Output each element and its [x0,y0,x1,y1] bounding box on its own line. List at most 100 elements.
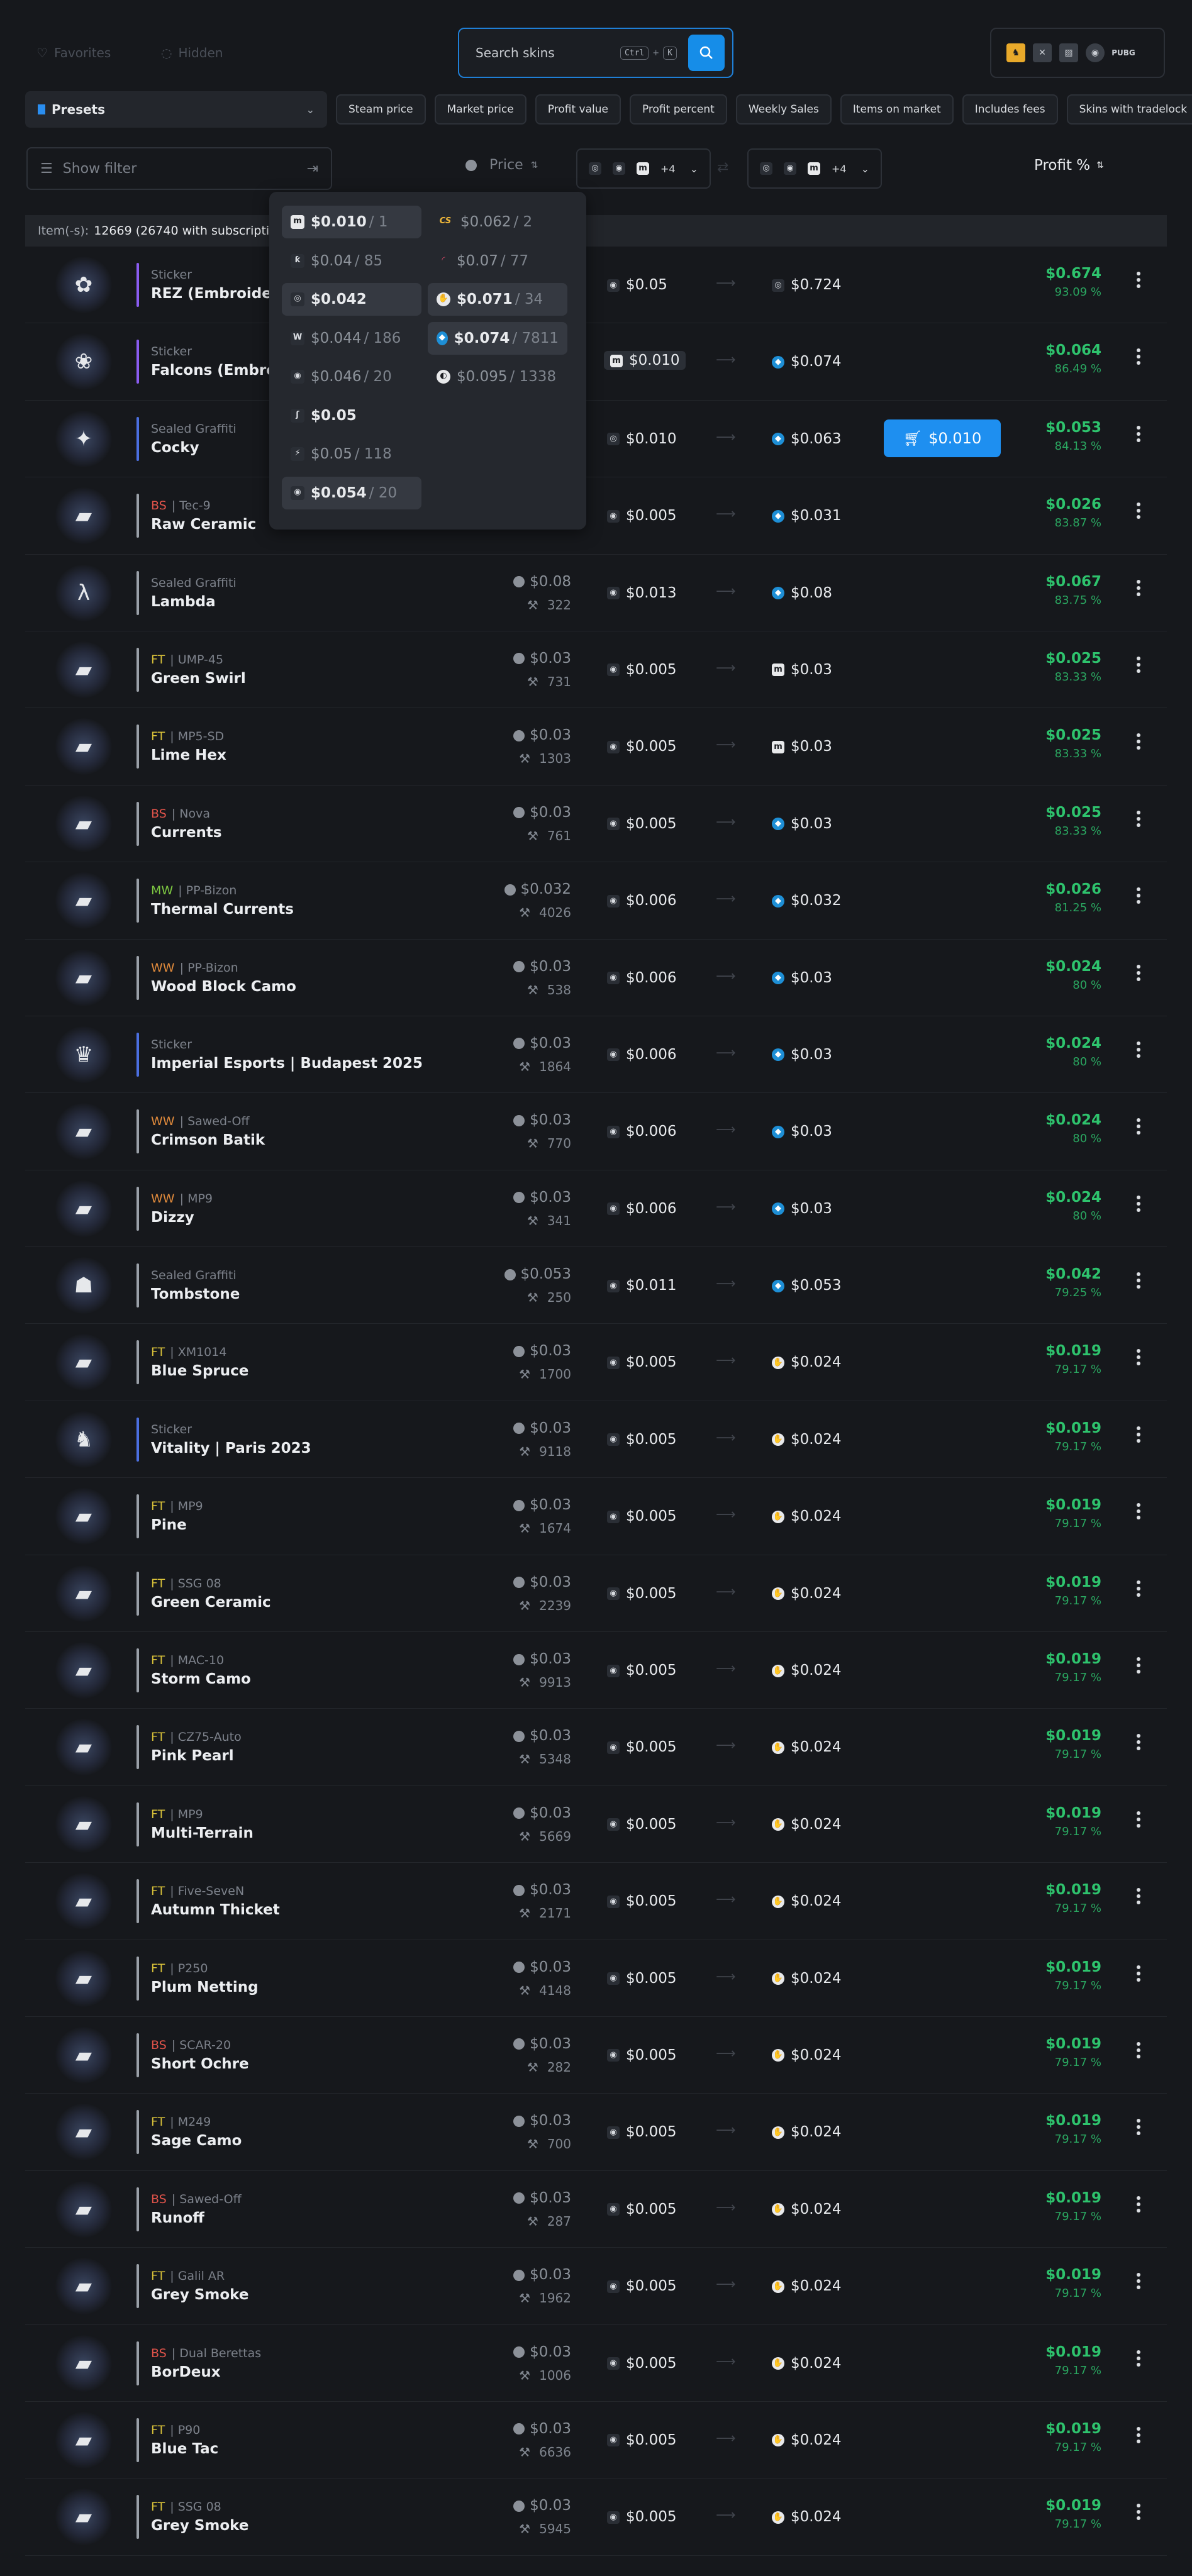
more-options-icon[interactable] [1135,1888,1142,1905]
table-row[interactable]: ▰ FT | SSG 08 Grey Smoke $0.03 ⚒ 5945 ◉ $0.005 ⟶… [25,2479,1167,2556]
buy-price[interactable]: ◆ $0.053 [772,1277,841,1294]
item-name[interactable]: Dizzy [151,1209,194,1226]
presets-dropdown[interactable]: Presets ⌄ [25,91,327,128]
buy-price[interactable]: ◆ $0.074 [772,353,841,370]
table-row[interactable]: ▰ FT | P90 Blue Tac $0.03 ⚒ 6636 ◉ $0.005 ⟶ ✋ $0.0… [25,2402,1167,2479]
price-sort-header[interactable]: Price ⇅ [465,157,538,173]
sell-price[interactable]: ◉ $0.005 [607,1893,676,1909]
buy-price[interactable]: ◆ $0.03 [772,816,832,832]
item-name[interactable]: Green Ceramic [151,1594,271,1611]
more-options-icon[interactable] [1135,1657,1142,1674]
dropdown-offer-left-7[interactable]: ◉ $0.054 / 20 [282,476,421,509]
buy-price[interactable]: m $0.03 [772,738,832,755]
table-row[interactable]: ▰ FT | MP9 Multi-Terrain $0.03 ⚒ 5669 ◉ $0.005 ⟶… [25,1786,1167,1863]
dropdown-offer-left-6[interactable]: ⚡ $0.05 / 118 [282,438,421,470]
more-options-icon[interactable] [1135,1965,1142,1982]
more-options-icon[interactable] [1135,1041,1142,1058]
sell-price[interactable]: ◉ $0.005 [607,738,676,755]
item-name[interactable]: Blue Tac [151,2441,218,2457]
chip-includes-fees[interactable]: Includes fees [962,94,1058,125]
table-row[interactable]: ❀StickerFalcons (Embroidered) | Copenhag… [25,323,1167,401]
item-name[interactable]: Vitality | Paris 2023 [151,1440,311,1457]
more-options-icon[interactable] [1135,2119,1142,2136]
buy-price[interactable]: m $0.03 [772,662,832,678]
show-filter-button[interactable]: ☰ Show filter ⇥ [26,147,332,190]
buy-price[interactable]: ◆ $0.03 [772,1123,832,1140]
sell-price[interactable]: ◉ $0.005 [607,2047,676,2063]
chip-market-price[interactable]: Market price [434,94,526,125]
more-options-icon[interactable] [1135,425,1142,442]
item-name[interactable]: Imperial Esports | Budapest 2025 [151,1055,423,1072]
buy-price[interactable]: ✋ $0.024 [772,2047,841,2063]
table-row[interactable]: λ Sealed Graffiti Lambda $0.08 ⚒ 322 ◉ $0.013 ⟶ ◆… [25,555,1167,631]
item-name[interactable]: BorDeux [151,2364,221,2380]
item-name[interactable]: Sage Camo [151,2133,242,2149]
buy-price[interactable]: ◆ $0.032 [772,892,841,909]
item-name[interactable]: Storm Camo [151,1671,251,1687]
more-options-icon[interactable] [1135,502,1142,519]
more-options-icon[interactable] [1135,2350,1142,2367]
sell-price[interactable]: ◉ $0.005 [607,1585,676,1602]
buy-price[interactable]: ✋ $0.024 [772,1970,841,1987]
sell-price[interactable]: ◉ $0.005 [607,816,676,832]
more-options-icon[interactable] [1135,348,1142,365]
item-name[interactable]: Cocky [151,440,199,456]
sell-price[interactable]: ◉ $0.005 [607,2278,676,2294]
sell-price[interactable]: ◉ $0.005 [607,1739,676,1755]
more-options-icon[interactable] [1135,1811,1142,1828]
item-name[interactable]: Currents [151,824,222,841]
item-name[interactable]: Grey Smoke [151,2287,248,2303]
dropdown-offer-left-0[interactable]: m $0.010 / 1 [282,206,421,238]
item-name[interactable]: Blue Spruce [151,1363,248,1379]
buy-price[interactable]: ✋ $0.024 [772,1508,841,1524]
buy-price[interactable]: ◆ $0.031 [772,508,841,524]
table-row[interactable]: ☗ Sealed Graffiti Tombstone $0.053 ⚒ 250 ◉ $0.0… [25,1247,1167,1324]
item-name[interactable]: Grey Smoke [151,2518,248,2534]
tf2-game-icon[interactable]: ◉ [1086,43,1105,62]
item-name[interactable]: Pine [151,1517,187,1533]
dropdown-offer-left-1[interactable]: ƙ $0.04 / 85 [282,245,421,277]
chip-steam-price[interactable]: Steam price [336,94,426,125]
table-row[interactable]: ✦ Sealed Graffiti Cocky ◎ $0.010 ⟶ ◆ $0.063 🛒︎ $0… [25,401,1167,478]
item-name[interactable]: Autumn Thicket [151,1902,280,1918]
more-options-icon[interactable] [1135,579,1142,596]
more-options-icon[interactable] [1135,2273,1142,2290]
item-name[interactable]: Multi-Terrain [151,1825,253,1841]
sell-price[interactable]: ◉ $0.013 [607,585,676,601]
sell-price[interactable]: ◉ $0.005 [607,662,676,678]
dropdown-offer-left-5[interactable]: ʃ $0.05 [282,399,421,432]
more-options-icon[interactable] [1135,2196,1142,2212]
table-row[interactable]: ▰ FT | Five-SeveN Autumn Thicket $0.03 ⚒ 2171… [25,1863,1167,1940]
sell-price[interactable]: ◉ $0.005 [607,2124,676,2140]
item-name[interactable]: Lambda [151,594,216,610]
profit-sort-header[interactable]: Profit % ⇅ [1034,157,1104,174]
sell-price[interactable]: ◉ $0.006 [607,892,676,909]
more-options-icon[interactable] [1135,733,1142,750]
item-name[interactable]: Raw Ceramic [151,516,256,533]
table-row[interactable]: ▰ FT | SSG 08 Green Ceramic $0.03 ⚒ 2239 ◉ $0.0… [25,1555,1167,1633]
item-name[interactable]: Plum Netting [151,1979,259,1996]
search-box[interactable]: Search skins Ctrl + K [458,28,733,78]
sell-price[interactable]: ◉ $0.005 [607,1431,676,1448]
sell-price[interactable]: ◉ $0.006 [607,970,676,986]
sell-price[interactable]: ◉ $0.005 [607,2509,676,2525]
buy-price[interactable]: ✋ $0.024 [772,1354,841,1370]
more-options-icon[interactable] [1135,1118,1142,1135]
sell-price[interactable]: ◉ $0.005 [607,508,676,524]
more-options-icon[interactable] [1135,1349,1142,1366]
buy-price[interactable]: ◆ $0.03 [772,1046,832,1063]
buy-button[interactable]: 🛒︎ $0.010 [884,419,1001,457]
sell-price[interactable]: ◉ $0.005 [607,1970,676,1987]
sell-price[interactable]: m $0.010 [604,351,686,370]
item-name[interactable]: Green Swirl [151,670,246,687]
table-row[interactable]: ▰ FT | MP5-SD Lime Hex $0.03 ⚒ 1303 ◉ $0.005 ⟶ m $… [25,708,1167,786]
more-options-icon[interactable] [1135,1426,1142,1443]
table-row[interactable]: ▰ BS | Tec-9 Raw Ceramic ◉ $0.005 ⟶ ◆ $0.031 $0.… [25,477,1167,555]
sell-price[interactable]: ◉ $0.005 [607,1662,676,1679]
table-row[interactable]: ▰ FT | M249 Sage Camo $0.03 ⚒ 700 ◉ $0.005 ⟶ ✋ $0.… [25,2094,1167,2171]
buy-price[interactable]: ✋ $0.024 [772,1893,841,1909]
sell-price[interactable]: ◉ $0.005 [607,2201,676,2218]
favorites-tab[interactable]: ♡ Favorites [36,40,111,65]
table-row[interactable]: ▰ FT | XM1014 Blue Spruce $0.03 ⚒ 1700 ◉ $0.005… [25,1324,1167,1401]
rust-game-icon[interactable]: ▨ [1059,43,1078,62]
